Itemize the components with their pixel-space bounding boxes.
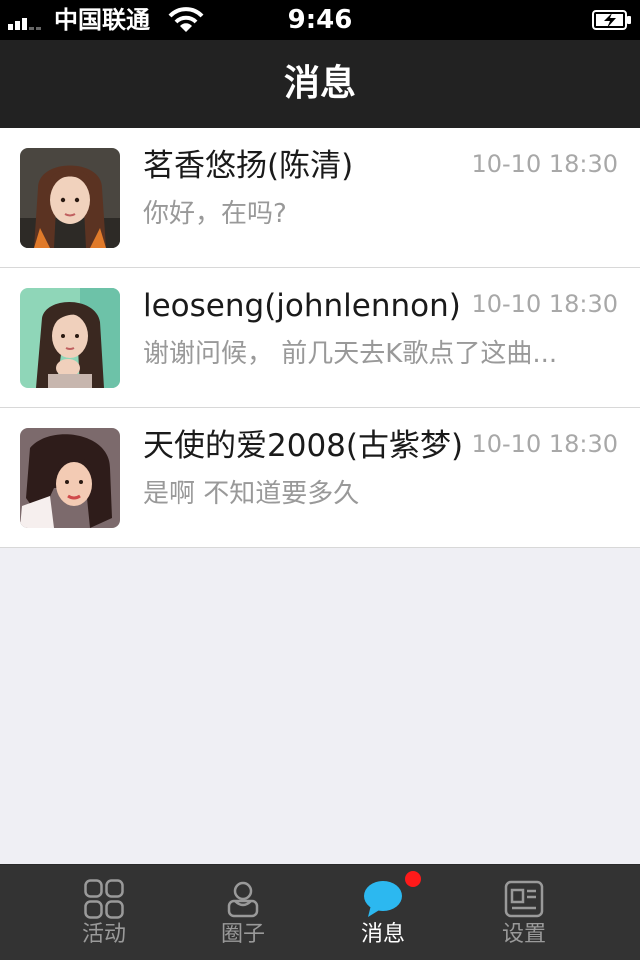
message-time: 10-10 18:30 <box>471 290 618 318</box>
message-row[interactable]: 天使的爱2008(古紫梦) 10-10 18:30 是啊 不知道要多久 <box>0 408 640 548</box>
tab-circle[interactable]: 圈子 <box>173 865 313 960</box>
avatar[interactable] <box>20 288 120 388</box>
tab-messages[interactable]: 消息 <box>313 865 453 960</box>
screen: 中国联通 9:46 消息 茗香悠扬(陈清) 10-10 18:30 你好，在吗?… <box>0 0 640 960</box>
message-preview: 是啊 不知道要多久 <box>143 479 360 509</box>
unread-badge <box>405 871 421 887</box>
battery-charging-icon <box>592 10 631 30</box>
message-preview: 你好，在吗? <box>143 199 287 229</box>
message-time: 10-10 18:30 <box>471 430 618 458</box>
status-time: 9:46 <box>287 5 353 35</box>
tab-label: 消息 <box>360 922 405 947</box>
contact-name: 茗香悠扬(陈清) <box>143 148 354 184</box>
tab-label: 活动 <box>81 922 126 947</box>
message-preview: 谢谢问候， 前几天去K歌点了这曲... <box>143 339 558 369</box>
person-icon <box>227 881 259 918</box>
message-row[interactable]: 茗香悠扬(陈清) 10-10 18:30 你好，在吗? <box>0 128 640 268</box>
status-bar: 中国联通 9:46 <box>0 0 640 40</box>
contact-name: leoseng(johnlennon) <box>143 288 461 324</box>
tab-settings[interactable]: 设置 <box>454 865 594 960</box>
message-list: 茗香悠扬(陈清) 10-10 18:30 你好，在吗? leoseng(john… <box>0 128 640 548</box>
contact-name: 天使的爱2008(古紫梦) <box>143 428 464 464</box>
tab-label: 设置 <box>501 922 546 947</box>
avatar[interactable] <box>20 148 120 248</box>
settings-card-icon <box>504 880 544 918</box>
message-time: 10-10 18:30 <box>471 150 618 178</box>
page-title: 消息 <box>283 63 356 104</box>
tab-activity[interactable]: 活动 <box>34 865 174 960</box>
tab-label: 圈子 <box>220 922 265 947</box>
avatar[interactable] <box>20 428 120 528</box>
navigation-bar: 消息 <box>0 40 640 128</box>
grid-icon <box>84 879 124 919</box>
chat-bubble-icon <box>364 881 402 917</box>
tab-bar: 活动 圈子 消息 设置 <box>0 864 640 960</box>
message-row[interactable]: leoseng(johnlennon) 10-10 18:30 谢谢问候， 前几… <box>0 268 640 408</box>
